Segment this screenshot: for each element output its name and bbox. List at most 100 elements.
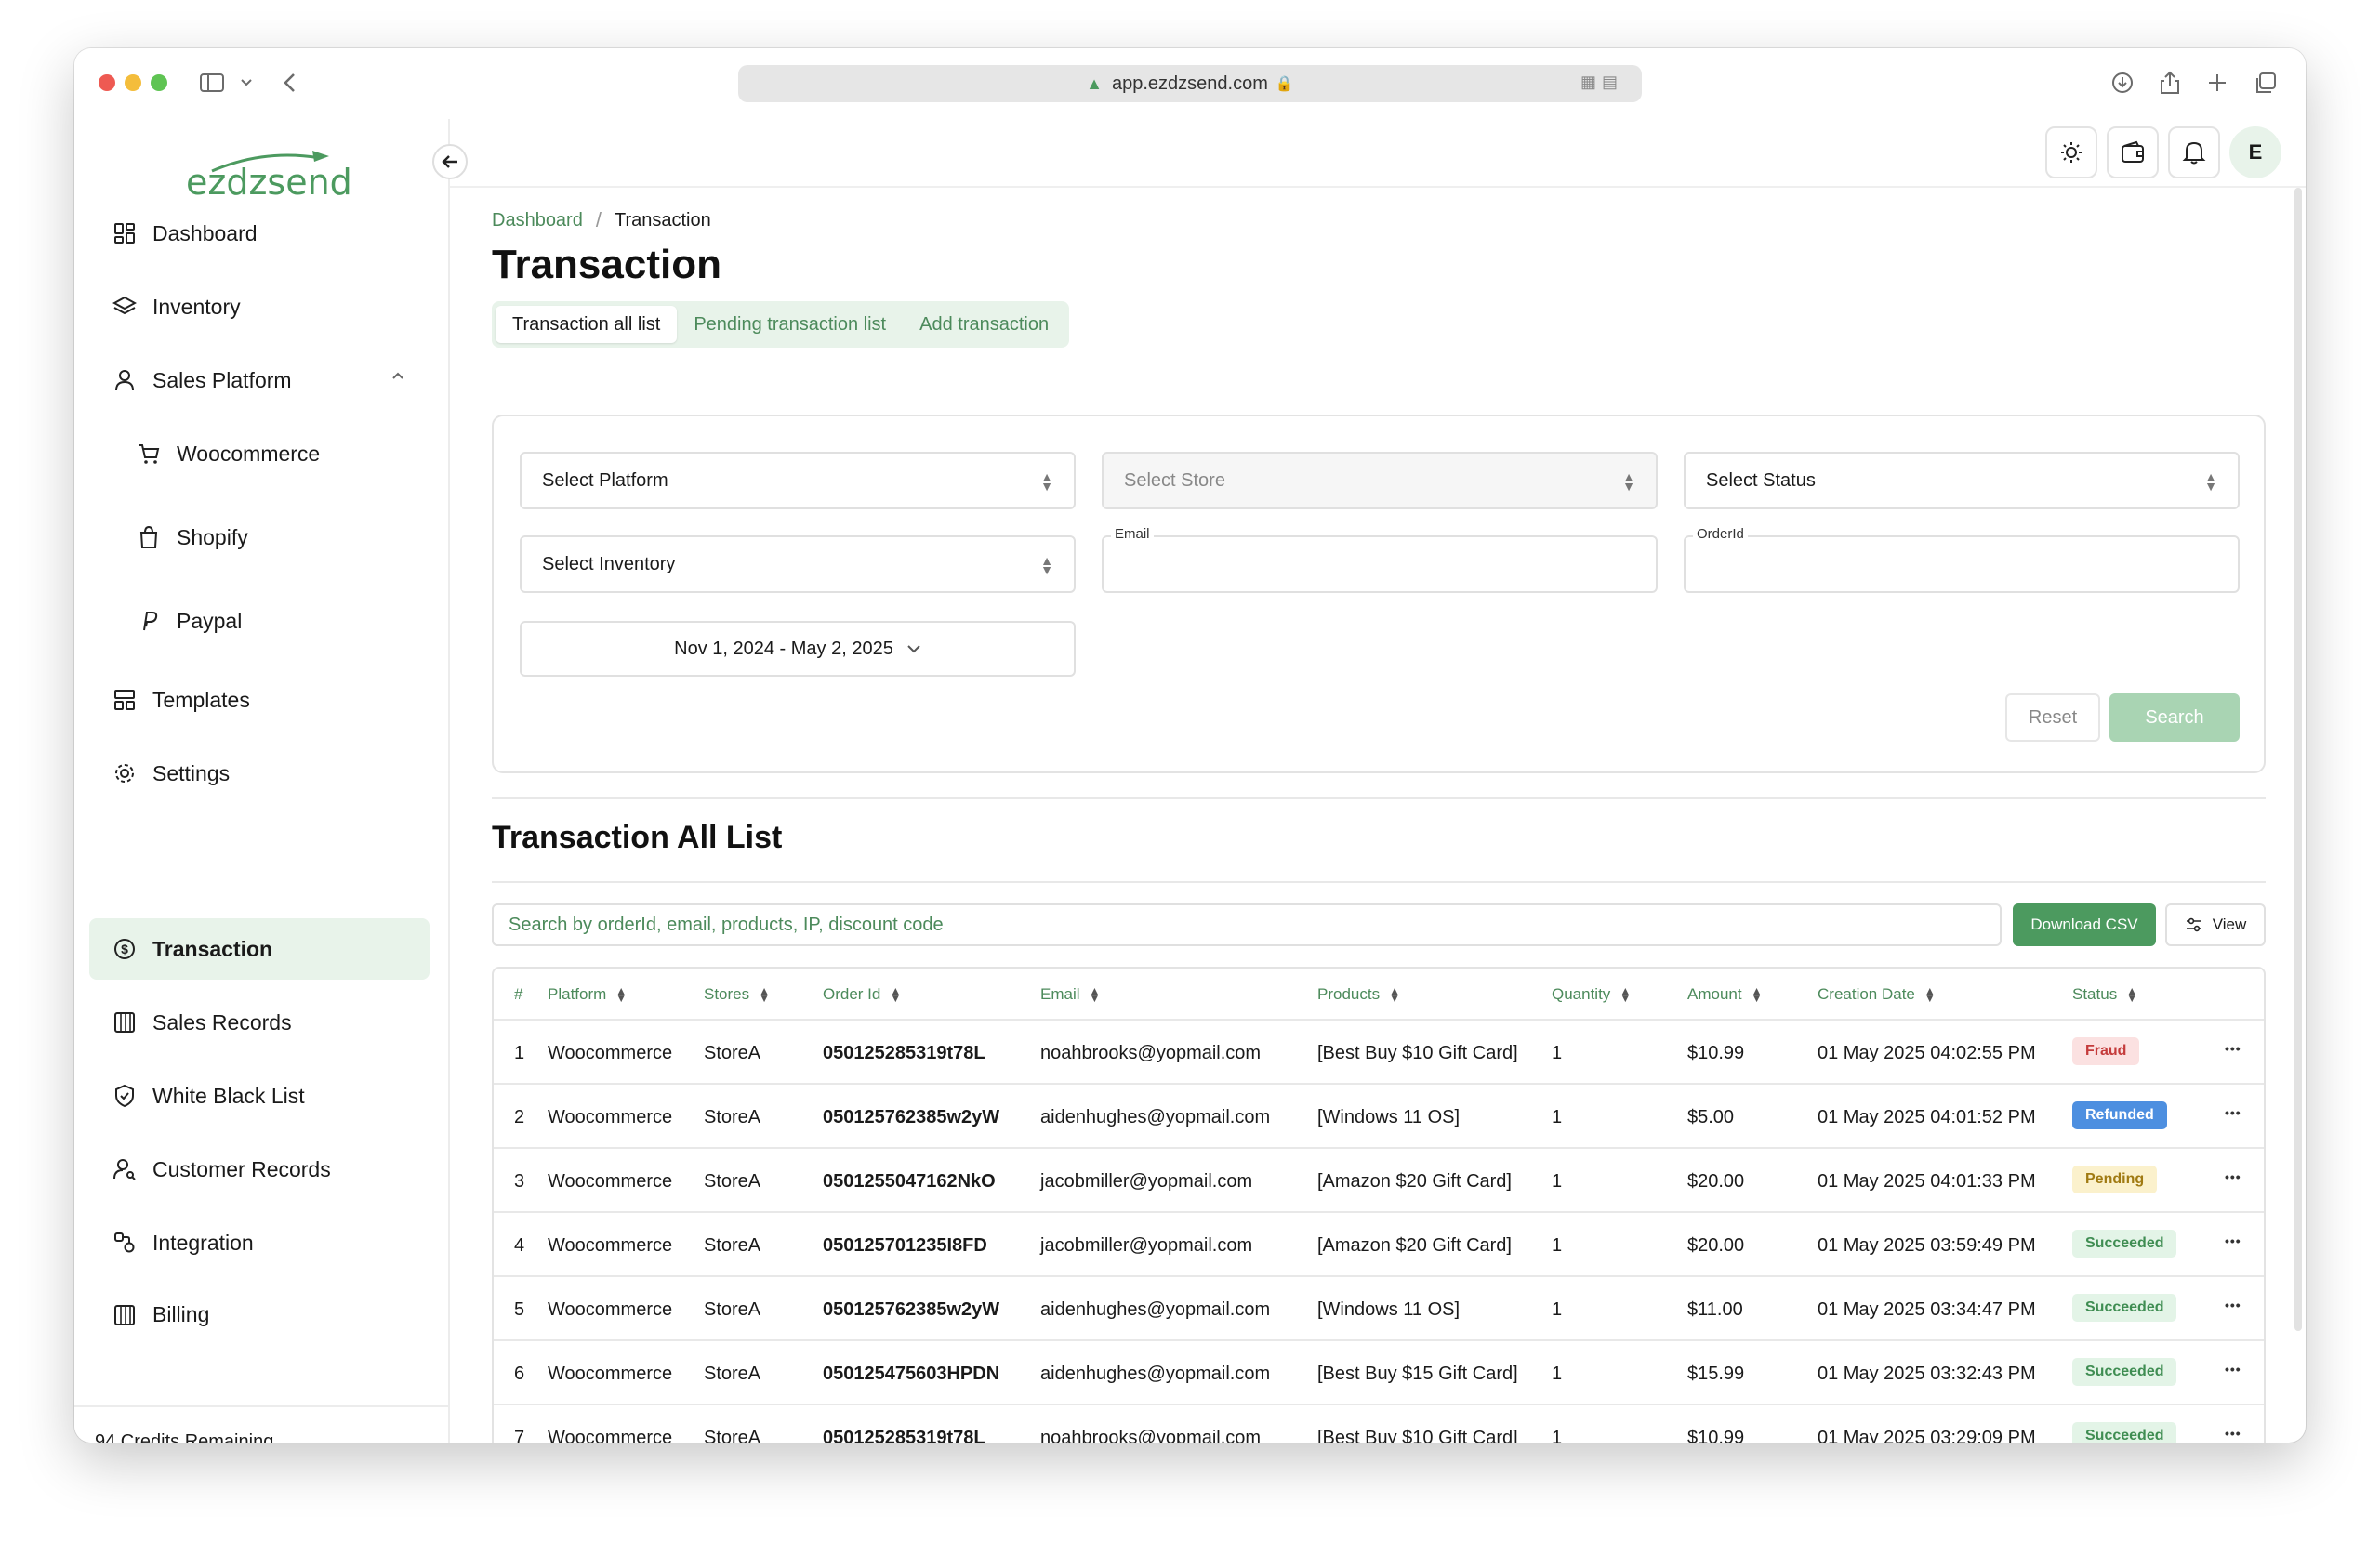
sidebar-item-billing[interactable]: Billing: [89, 1285, 430, 1332]
more-actions-icon[interactable]: •••: [2225, 1105, 2241, 1120]
cell-n: 5: [514, 1299, 525, 1320]
translate-icon[interactable]: ▦▤: [1580, 72, 1623, 92]
cell-store: StoreA: [704, 1428, 761, 1443]
sidebar-item-customer-records[interactable]: Customer Records: [89, 1139, 430, 1200]
sidebar-item-templates[interactable]: Templates: [89, 669, 430, 731]
more-actions-icon[interactable]: •••: [2225, 1169, 2241, 1184]
column-header-email[interactable]: Email ▲ ▼: [1040, 985, 1100, 1004]
cell-date: 01 May 2025 03:59:49 PM: [1818, 1235, 2036, 1256]
column-header-products[interactable]: Products ▲ ▼: [1317, 985, 1400, 1004]
column-header-status[interactable]: Status ▲ ▼: [2072, 985, 2137, 1004]
notifications-button[interactable]: [2168, 126, 2220, 178]
new-tab-icon[interactable]: [2207, 67, 2228, 99]
more-actions-icon[interactable]: •••: [2225, 1041, 2241, 1056]
sidebar-item-white-black-list[interactable]: White Black List: [89, 1065, 430, 1127]
view-options-button[interactable]: View: [2165, 903, 2266, 946]
more-actions-icon[interactable]: •••: [2225, 1298, 2241, 1312]
store-select[interactable]: Select Store ▲ ▼: [1102, 452, 1658, 509]
chevron-down-icon[interactable]: [240, 67, 253, 99]
table-row[interactable]: 2 Woocommerce StoreA 050125762385w2yW aidenh…: [494, 1085, 2264, 1149]
zoom-window-button[interactable]: [151, 74, 167, 91]
download-csv-button[interactable]: Download CSV: [2013, 903, 2156, 946]
cell-store: StoreA: [704, 1107, 761, 1127]
more-actions-icon[interactable]: •••: [2225, 1233, 2241, 1248]
cell-amount: $11.00: [1687, 1299, 1743, 1320]
collapse-sidebar-button[interactable]: [432, 144, 468, 179]
cell-products: [Windows 11 OS]: [1317, 1107, 1461, 1127]
sidebar-item-integration[interactable]: Integration: [89, 1212, 430, 1273]
date-range-picker[interactable]: Nov 1, 2024 - May 2, 2025: [520, 621, 1076, 677]
avatar[interactable]: E: [2229, 126, 2281, 178]
address-bar[interactable]: ▲ app.ezdzsend.com 🔒 ▦▤: [738, 65, 1642, 102]
cell-platform: Woocommerce: [548, 1171, 673, 1192]
sidebar-toggle-icon[interactable]: [199, 67, 227, 99]
sidebar-item-sales-records[interactable]: Sales Records: [89, 992, 430, 1053]
column-header-platform[interactable]: Platform ▲ ▼: [548, 985, 627, 1004]
cell-date: 01 May 2025 03:34:47 PM: [1818, 1299, 2036, 1320]
brand-logo[interactable]: ezdzsend: [186, 145, 352, 204]
more-actions-icon[interactable]: •••: [2225, 1426, 2241, 1441]
table-row[interactable]: 4 Woocommerce StoreA 050125701235I8FD jacobm…: [494, 1213, 2264, 1277]
table-row[interactable]: 7 Woocommerce StoreA 050125285319t78L noahbr…: [494, 1405, 2264, 1443]
sidebar-item-sales-platform[interactable]: Sales Platform: [89, 349, 430, 411]
cell-qty: 1: [1552, 1107, 1563, 1127]
table-row[interactable]: 6 Woocommerce StoreA 050125475603HPDN aidenh…: [494, 1341, 2264, 1405]
status-select[interactable]: Select Status ▲ ▼: [1684, 452, 2240, 509]
column-header-order-id[interactable]: Order Id ▲ ▼: [823, 985, 901, 1004]
column-header-stores[interactable]: Stores ▲ ▼: [704, 985, 770, 1004]
search-button[interactable]: Search: [2109, 693, 2240, 742]
section-divider: [492, 881, 2266, 883]
table-row[interactable]: 5 Woocommerce StoreA 050125762385w2yW aidenh…: [494, 1277, 2264, 1341]
sidebar-item-settings[interactable]: Settings: [89, 743, 430, 804]
chevron-up-icon[interactable]: [390, 370, 405, 381]
column-header-quantity[interactable]: Quantity ▲ ▼: [1552, 985, 1631, 1004]
tab-bar: Transaction all list Pending transaction…: [492, 301, 1070, 348]
reset-button[interactable]: Reset: [2005, 693, 2100, 742]
cell-n: 2: [514, 1107, 525, 1127]
minimize-window-button[interactable]: [125, 74, 141, 91]
orderid-field[interactable]: [1684, 535, 2240, 593]
table-row[interactable]: 3 Woocommerce StoreA 0501255047162NkO jacobm…: [494, 1149, 2264, 1213]
sidebar-item-dashboard[interactable]: Dashboard: [89, 203, 430, 264]
download-icon[interactable]: [2110, 67, 2135, 99]
sidebar-item-woocommerce[interactable]: Woocommerce: [89, 423, 430, 484]
sidebar-item-inventory[interactable]: Inventory: [89, 276, 430, 337]
grid-icon: [112, 220, 138, 246]
billing-icon: [112, 1302, 138, 1328]
table-search-input[interactable]: Search by orderId, email, products, IP, …: [492, 903, 2002, 946]
breadcrumb-current: Transaction: [614, 209, 711, 231]
layers-icon: [112, 294, 138, 320]
sidebar-item-label: Shopify: [177, 524, 248, 549]
close-window-button[interactable]: [99, 74, 115, 91]
tab-pending-transaction-list[interactable]: Pending transaction list: [677, 306, 903, 343]
column-header-creation-date[interactable]: Creation Date ▲ ▼: [1818, 985, 1936, 1004]
cell-products: [Amazon $20 Gift Card]: [1317, 1171, 1512, 1192]
breadcrumb-separator: /: [595, 208, 602, 231]
credits-panel: 94 Credits Remaining: [74, 1405, 448, 1443]
inventory-select[interactable]: Select Inventory ▲ ▼: [520, 535, 1076, 593]
wallet-button[interactable]: [2107, 126, 2159, 178]
paypal-icon: [136, 608, 162, 634]
column-header-amount[interactable]: Amount ▲ ▼: [1687, 985, 1762, 1004]
breadcrumb-dashboard-link[interactable]: Dashboard: [492, 210, 583, 231]
email-field[interactable]: [1102, 535, 1658, 593]
page-scrollbar[interactable]: [2294, 188, 2302, 1331]
browser-toolbar: ▲ app.ezdzsend.com 🔒 ▦▤: [74, 48, 2306, 119]
tabs-overview-icon[interactable]: [2254, 67, 2278, 99]
platform-select[interactable]: Select Platform ▲ ▼: [520, 452, 1076, 509]
theme-toggle-button[interactable]: [2045, 126, 2097, 178]
chevron-up-down-icon: ▲ ▼: [2204, 469, 2217, 494]
layout-icon: [112, 687, 138, 713]
inventory-select-value: Select Inventory: [542, 553, 676, 574]
back-icon[interactable]: [283, 67, 298, 99]
tab-add-transaction[interactable]: Add transaction: [903, 306, 1065, 343]
sidebar-item-paypal[interactable]: Paypal: [89, 590, 430, 652]
sidebar-item-shopify[interactable]: Shopify: [89, 507, 430, 568]
share-icon[interactable]: [2159, 67, 2181, 99]
more-actions-icon[interactable]: •••: [2225, 1362, 2241, 1377]
cell-products: [Amazon $20 Gift Card]: [1317, 1235, 1512, 1256]
table-row[interactable]: 1 Woocommerce StoreA 050125285319t78L noahbr…: [494, 1021, 2264, 1085]
sidebar-item-transaction[interactable]: $ Transaction: [89, 918, 430, 980]
tab-transaction-all-list[interactable]: Transaction all list: [496, 306, 678, 343]
header-actions: E: [2045, 126, 2281, 178]
